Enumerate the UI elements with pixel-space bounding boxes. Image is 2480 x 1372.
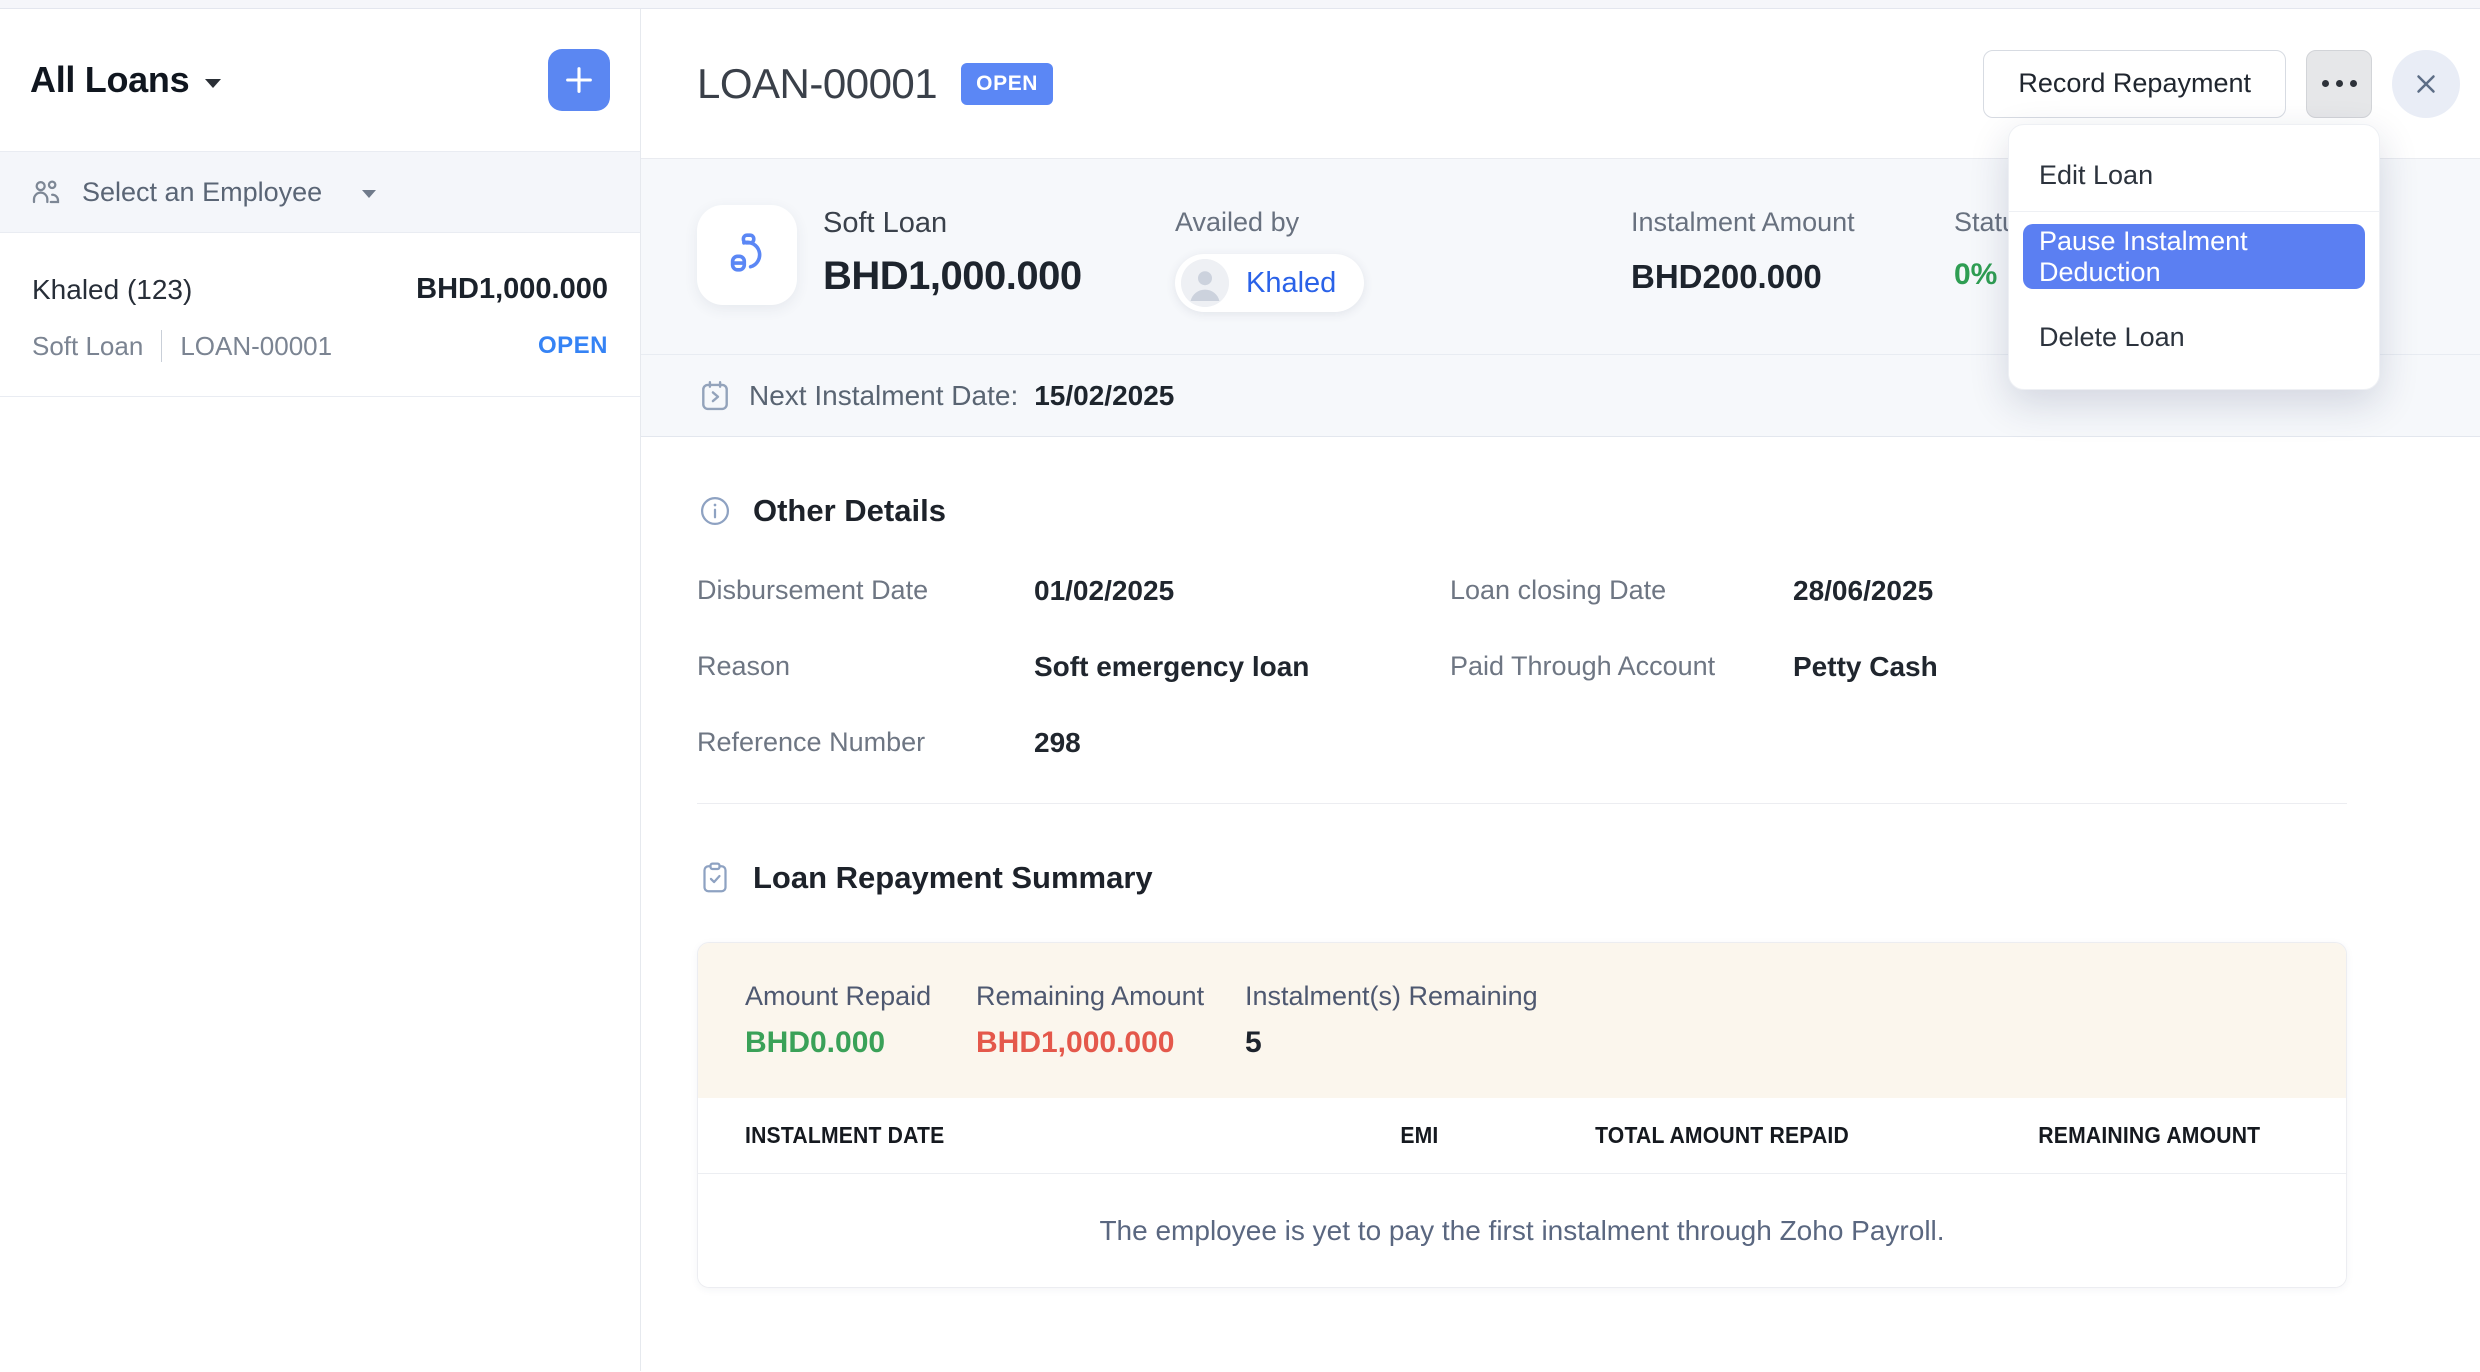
- loan-detail-panel: LOAN-00001 OPEN Record Repayment: [641, 9, 2480, 1371]
- menu-divider: [2009, 211, 2379, 212]
- loans-app: All Loans Select an Employee: [0, 9, 2480, 1371]
- details-row: Reference Number 298: [697, 727, 2347, 759]
- header-actions: Record Repayment: [1983, 50, 2468, 118]
- details-row: Reason Soft emergency loan Paid Through …: [697, 651, 2347, 683]
- menu-item-edit-loan[interactable]: Edit Loan: [2009, 139, 2379, 211]
- loan-type-name: Soft Loan: [823, 207, 1175, 240]
- other-details-heading: Other Details: [697, 493, 2347, 529]
- section-title: Loan Repayment Summary: [753, 860, 1153, 896]
- sidebar-title: All Loans: [30, 59, 189, 101]
- loan-item-bottom-row: Soft Loan LOAN-00001 OPEN: [32, 330, 608, 362]
- availed-by-block: Availed by Khaled: [1175, 205, 1631, 312]
- remaining-amount-label: Remaining Amount: [976, 981, 1245, 1012]
- loan-item-top-row: Khaled (123) BHD1,000.000: [32, 273, 608, 306]
- instalments-remaining-label: Instalment(s) Remaining: [1245, 981, 2346, 1012]
- page-title: LOAN-00001: [697, 60, 937, 108]
- field-label: Reason: [697, 651, 1034, 683]
- record-repayment-button[interactable]: Record Repayment: [1983, 50, 2286, 118]
- loan-icon-card: [697, 205, 797, 305]
- field-value: 01/02/2025: [1034, 575, 1450, 607]
- loan-status-label: OPEN: [538, 332, 608, 360]
- clipboard-check-icon: [697, 860, 733, 896]
- chevron-down-icon: [362, 190, 376, 198]
- column-header: TOTAL AMOUNT REPAID: [1438, 1122, 1849, 1149]
- more-actions-button[interactable]: [2306, 50, 2372, 118]
- column-header: REMAINING AMOUNT: [1849, 1122, 2260, 1149]
- amount-repaid-label: Amount Repaid: [745, 981, 976, 1012]
- employee-filter-label: Select an Employee: [82, 177, 322, 208]
- loans-filter-dropdown[interactable]: All Loans: [30, 59, 221, 101]
- column-header: INSTALMENT DATE: [745, 1122, 1198, 1149]
- loans-sidebar: All Loans Select an Employee: [0, 9, 641, 1371]
- instalments-table-header: INSTALMENT DATE EMI TOTAL AMOUNT REPAID …: [698, 1098, 2346, 1174]
- repayment-summary-card: Amount Repaid BHD0.000 Remaining Amount …: [697, 942, 2347, 1288]
- amount-repaid-block: Amount Repaid BHD0.000: [745, 981, 976, 1060]
- next-instalment-label: Next Instalment Date:: [749, 380, 1018, 412]
- section-title: Other Details: [753, 493, 946, 529]
- section-divider: [697, 803, 2347, 804]
- loan-amount: BHD1,000.000: [416, 273, 608, 306]
- employee-chip[interactable]: Khaled: [1175, 254, 1364, 312]
- instalments-remaining-value: 5: [1245, 1026, 2346, 1060]
- instalments-empty-state: The employee is yet to pay the first ins…: [698, 1174, 2346, 1287]
- chevron-down-icon: [205, 79, 221, 88]
- loan-number: LOAN-00001: [180, 331, 332, 362]
- availed-by-label: Availed by: [1175, 207, 1631, 238]
- add-loan-button[interactable]: [548, 49, 610, 111]
- window-top-edge: [0, 0, 2480, 9]
- instalments-remaining-block: Instalment(s) Remaining 5: [1245, 981, 2346, 1060]
- close-icon: [2411, 69, 2441, 99]
- loan-detail-content: Other Details Disbursement Date 01/02/20…: [641, 493, 2480, 1288]
- column-header: EMI: [1198, 1122, 1438, 1149]
- plus-icon: [562, 63, 596, 97]
- details-row: Disbursement Date 01/02/2025 Loan closin…: [697, 575, 2347, 607]
- sidebar-header: All Loans: [0, 9, 640, 151]
- users-icon: [30, 176, 62, 208]
- divider: [161, 330, 162, 362]
- info-icon: [697, 493, 733, 529]
- instalment-amount-label: Instalment Amount: [1631, 207, 1954, 238]
- field-label: Loan closing Date: [1450, 575, 1793, 607]
- loan-type: Soft Loan: [32, 331, 143, 362]
- field-value: Soft emergency loan: [1034, 651, 1450, 683]
- field-label: Reference Number: [697, 727, 1034, 759]
- field-value: 298: [1034, 727, 1450, 759]
- next-instalment-date: 15/02/2025: [1034, 380, 1174, 412]
- field-label: Disbursement Date: [697, 575, 1034, 607]
- repayment-summary-totals: Amount Repaid BHD0.000 Remaining Amount …: [698, 943, 2346, 1098]
- more-actions-menu: Edit Loan Pause Instalment Deduction Del…: [2008, 124, 2380, 390]
- close-panel-button[interactable]: [2392, 50, 2460, 118]
- loan-list-item[interactable]: Khaled (123) BHD1,000.000 Soft Loan LOAN…: [0, 233, 640, 397]
- remaining-amount-value: BHD1,000.000: [976, 1026, 1245, 1060]
- avatar: [1181, 259, 1229, 307]
- other-details-grid: Disbursement Date 01/02/2025 Loan closin…: [697, 575, 2347, 759]
- instalment-amount-block: Instalment Amount BHD200.000: [1631, 205, 1954, 296]
- calendar-next-icon: [697, 378, 733, 414]
- loan-principal-amount: BHD1,000.000: [823, 254, 1175, 299]
- remaining-amount-block: Remaining Amount BHD1,000.000: [976, 981, 1245, 1060]
- menu-item-pause-instalment-deduction[interactable]: Pause Instalment Deduction: [2023, 224, 2365, 289]
- money-bag-icon: [720, 228, 774, 282]
- employee-filter[interactable]: Select an Employee: [0, 151, 640, 233]
- instalment-amount-value: BHD200.000: [1631, 258, 1954, 296]
- ellipsis-icon: [2322, 80, 2329, 87]
- loan-type-block: Soft Loan BHD1,000.000: [823, 205, 1175, 299]
- field-value: 28/06/2025: [1793, 575, 2347, 607]
- repayment-summary-heading: Loan Repayment Summary: [697, 860, 2347, 896]
- status-badge: OPEN: [961, 63, 1053, 105]
- field-value: Petty Cash: [1793, 651, 2347, 683]
- employee-name: Khaled (123): [32, 274, 192, 306]
- amount-repaid-value: BHD0.000: [745, 1026, 976, 1060]
- menu-item-delete-loan[interactable]: Delete Loan: [2009, 301, 2379, 373]
- employee-link[interactable]: Khaled: [1246, 267, 1336, 300]
- empty-state-message: The employee is yet to pay the first ins…: [1099, 1215, 1944, 1247]
- field-label: Paid Through Account: [1450, 651, 1793, 683]
